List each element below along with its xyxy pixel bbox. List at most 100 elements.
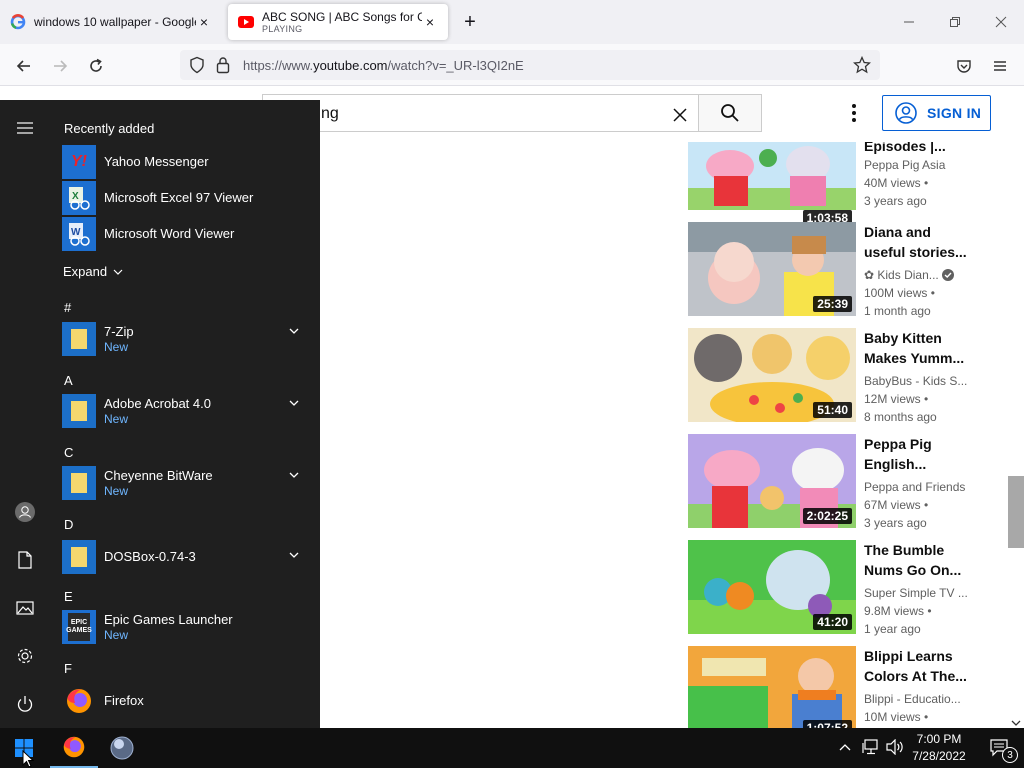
bookmark-star-icon[interactable] [852, 55, 872, 79]
app-menu-button[interactable] [986, 52, 1014, 80]
chevron-down-icon[interactable] [288, 397, 300, 409]
scrollbar-thumb[interactable] [1008, 476, 1024, 548]
video-channel[interactable]: Peppa Pig Asia [864, 156, 974, 174]
start-expand-button[interactable] [9, 112, 41, 144]
section-letter[interactable]: C [64, 445, 73, 460]
documents-button[interactable] [9, 544, 41, 576]
tab-google-search[interactable]: windows 10 wallpaper - Google Search × [0, 4, 222, 40]
settings-more-button[interactable] [844, 100, 864, 126]
page-scrollbar[interactable] [1008, 142, 1024, 728]
pictures-button[interactable] [9, 592, 41, 624]
video-thumbnail[interactable]: 41:20 [688, 540, 856, 634]
video-views: 100M views • [864, 286, 935, 300]
video-title[interactable]: Blippi Learns Colors At The... [864, 646, 968, 686]
section-letter[interactable]: # [64, 300, 71, 315]
video-thumbnail[interactable]: 51:40 [688, 328, 856, 422]
arrow-left-icon [16, 60, 30, 72]
yahoo-messenger-icon: Y! [62, 145, 96, 179]
volume-icon[interactable] [886, 738, 904, 760]
app-word-viewer[interactable]: W Microsoft Word Viewer [62, 216, 310, 252]
new-tab-button[interactable]: + [458, 10, 482, 34]
video-title[interactable]: Episodes |... [864, 142, 968, 156]
taskbar: 7:00 PM 7/28/2022 3 [0, 728, 1024, 768]
video-channel[interactable]: Super Simple TV ... [864, 584, 974, 602]
taskbar-app-orb[interactable] [98, 728, 146, 768]
back-button[interactable] [10, 52, 38, 80]
close-window-button[interactable] [978, 0, 1024, 44]
app-dosbox[interactable]: DOSBox-0.74-3 [62, 539, 310, 575]
vertical-dots-icon [852, 104, 856, 122]
folder-icon [62, 322, 96, 356]
chevron-down-icon[interactable] [288, 549, 300, 561]
video-item[interactable]: 25:39 Diana and useful stories... ✿ Kids … [688, 222, 1008, 318]
minimize-button[interactable] [886, 0, 932, 44]
user-account-button[interactable] [9, 496, 41, 528]
video-item[interactable]: 2:02:25 Peppa Pig English... Peppa and Fr… [688, 434, 1008, 530]
settings-button[interactable] [9, 640, 41, 672]
taskbar-firefox[interactable] [50, 728, 98, 768]
expand-recent-button[interactable]: Expand [62, 254, 152, 290]
video-item[interactable]: 51:40 Baby Kitten Makes Yumm... BabyBus -… [688, 328, 1008, 424]
chevron-down-icon[interactable] [288, 469, 300, 481]
section-letter[interactable]: F [64, 661, 72, 676]
chevron-down-icon[interactable] [288, 325, 300, 337]
section-letter[interactable]: E [64, 589, 73, 604]
app-cheyenne-bitware[interactable]: Cheyenne BitWare New [62, 459, 310, 507]
section-letter[interactable]: A [64, 373, 73, 388]
forward-button[interactable] [46, 52, 74, 80]
tracking-shield-icon[interactable] [188, 56, 206, 79]
app-adobe-acrobat[interactable]: Adobe Acrobat 4.0 New [62, 387, 310, 435]
video-duration: 25:39 [813, 296, 852, 312]
youtube-icon [238, 14, 254, 30]
app-7zip[interactable]: 7-Zip New [62, 315, 310, 363]
section-letter[interactable]: D [64, 517, 73, 532]
video-item[interactable]: 1:07:52 Blippi Learns Colors At The... Bl… [688, 646, 1008, 728]
app-excel-viewer[interactable]: X Microsoft Excel 97 Viewer [62, 180, 310, 216]
video-title[interactable]: The Bumble Nums Go On... [864, 540, 968, 580]
video-thumbnail[interactable]: 1:07:52 [688, 646, 856, 728]
video-title[interactable]: Diana and useful stories... [864, 222, 968, 262]
video-channel[interactable]: Blippi - Educatio... [864, 690, 974, 708]
start-menu-rail [0, 100, 50, 728]
lock-icon[interactable] [216, 56, 230, 79]
pocket-button[interactable] [950, 52, 978, 80]
close-tab-icon[interactable]: × [196, 14, 212, 30]
tab-title: ABC SONG | ABC Songs for Children [262, 10, 422, 24]
app-yahoo-messenger[interactable]: Y! Yahoo Messenger [62, 144, 310, 180]
video-thumbnail[interactable]: 1:03:58 [688, 142, 856, 230]
url-text[interactable]: https://www.youtube.com/watch?v=_UR-l3QI… [243, 58, 524, 73]
video-age: 3 years ago [864, 516, 927, 530]
video-channel[interactable]: BabyBus - Kids S... [864, 372, 974, 390]
video-views: 10M views • [864, 710, 929, 724]
video-item[interactable]: 1:03:58 Episodes |... Peppa Pig Asia 40M… [688, 142, 1008, 232]
tab-abc-song[interactable]: ABC SONG | ABC Songs for Children PLAYIN… [228, 4, 448, 40]
video-duration: 2:02:25 [802, 508, 852, 524]
video-thumbnail[interactable]: 25:39 [688, 222, 856, 316]
clear-search-icon[interactable] [669, 104, 691, 126]
close-icon [995, 16, 1007, 28]
video-title[interactable]: Baby Kitten Makes Yumm... [864, 328, 968, 368]
video-channel[interactable]: Peppa and Friends [864, 478, 974, 496]
address-bar[interactable]: https://www.youtube.com/watch?v=_UR-l3QI… [180, 50, 880, 80]
action-center-button[interactable]: 3 [976, 728, 1024, 768]
network-icon[interactable] [862, 739, 880, 760]
video-age: 8 months ago [864, 410, 937, 424]
taskbar-clock[interactable]: 7:00 PM 7/28/2022 [908, 731, 970, 765]
start-button[interactable] [0, 728, 48, 768]
restore-button[interactable] [932, 0, 978, 44]
app-epic-games-launcher[interactable]: EPIC GAMES Epic Games Launcher New [62, 603, 310, 651]
search-input[interactable]: ng [262, 94, 698, 132]
search-button[interactable] [698, 94, 762, 132]
recently-added-heading: Recently added [64, 121, 155, 136]
video-channel[interactable]: ✿ Kids Dian... [864, 266, 974, 286]
video-thumbnail[interactable]: 2:02:25 [688, 434, 856, 528]
video-title[interactable]: Peppa Pig English... [864, 434, 968, 474]
reload-button[interactable] [82, 52, 110, 80]
close-tab-icon[interactable]: × [422, 14, 438, 30]
video-views: 12M views • [864, 392, 929, 406]
power-button[interactable] [9, 688, 41, 720]
video-item[interactable]: 41:20 The Bumble Nums Go On... Super Simp… [688, 540, 1008, 636]
app-firefox[interactable]: Firefox [62, 683, 310, 719]
sign-in-button[interactable]: SIGN IN [882, 95, 991, 131]
show-hidden-icons-chevron-icon[interactable] [838, 740, 852, 759]
